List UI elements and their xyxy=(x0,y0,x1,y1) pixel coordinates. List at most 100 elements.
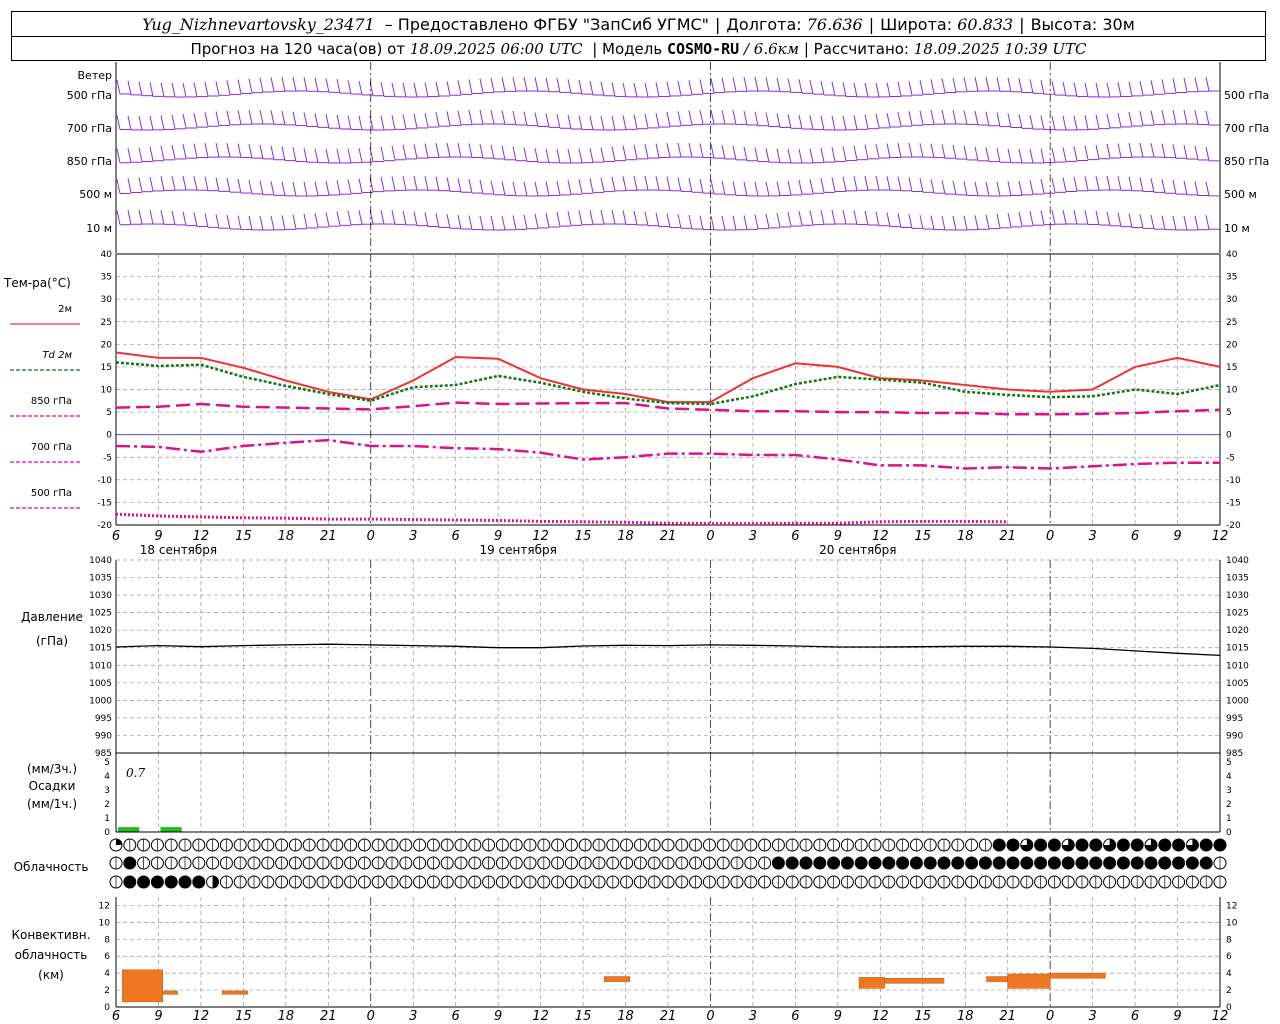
cloud-fill xyxy=(179,876,191,888)
wind-barb-flag xyxy=(600,81,605,96)
wind-barb-flag xyxy=(1007,113,1012,128)
wind-barb-flag xyxy=(501,110,506,125)
precip-ytick-right: 1 xyxy=(1226,814,1232,824)
cloud-symbol xyxy=(399,875,413,889)
wind-barb-flag xyxy=(347,210,352,225)
wind-barb-flag xyxy=(347,179,352,194)
conv-xtick: 18 xyxy=(278,1009,295,1024)
wind-barb-flag xyxy=(160,82,165,97)
cloud-symbol xyxy=(578,875,592,889)
temp-xtick: 18 xyxy=(617,529,634,544)
wind-barb-flag xyxy=(721,144,726,160)
wind-barb-flag xyxy=(424,82,429,97)
conv-cloud-block xyxy=(1049,972,1106,979)
wind-barb-flag xyxy=(1139,80,1144,96)
wind-barb-flag xyxy=(237,178,242,194)
cloud-symbol xyxy=(578,838,592,852)
wind-barb-flag xyxy=(820,115,825,131)
temp-ytick-right: 0 xyxy=(1226,431,1232,441)
conv-xtick: 18 xyxy=(617,1009,634,1024)
wind-barb-flag xyxy=(754,111,759,126)
wind-barb-flag xyxy=(391,176,396,191)
wind-barb-flag xyxy=(270,110,275,125)
wind-barb-flag xyxy=(1150,110,1155,125)
cloud-symbol xyxy=(730,838,744,852)
wind-barb-flag xyxy=(1084,115,1089,130)
cloud-symbol xyxy=(647,875,661,889)
wind-barb-flag xyxy=(512,215,517,230)
cloud-symbol xyxy=(482,875,496,889)
cloud-symbol xyxy=(868,856,882,870)
conv-xtick: 0 xyxy=(1046,1009,1054,1024)
wind-barb-flag xyxy=(127,210,132,225)
wind-barb-flag xyxy=(600,147,605,162)
wind-barb-flag xyxy=(1062,209,1067,225)
temp-ytick-right: 20 xyxy=(1226,340,1238,350)
wind-barb-flag xyxy=(908,214,913,229)
wind-barb-flag xyxy=(1205,110,1210,126)
cloud-symbol xyxy=(1199,875,1213,889)
cloud-symbol xyxy=(854,856,868,870)
wind-barb-flag xyxy=(237,79,242,94)
wind-barb-flag xyxy=(996,148,1001,163)
cloud-symbol xyxy=(233,875,247,889)
cloud-symbol xyxy=(1199,856,1213,870)
wind-barb-flag xyxy=(710,179,715,195)
wind-barb-flag xyxy=(402,175,407,191)
wind-barb-flag xyxy=(1117,212,1122,227)
wind-barb-flag xyxy=(974,181,979,196)
wind-barb-flag xyxy=(314,181,319,196)
cloud-symbol xyxy=(426,856,440,870)
wind-barb-flag xyxy=(941,78,946,93)
cloud-symbol xyxy=(482,856,496,870)
wind-barb-flag xyxy=(853,145,858,160)
wind-barb-flag xyxy=(523,181,528,197)
wind-barb-flag xyxy=(809,115,814,130)
wind-barb-flag xyxy=(864,175,869,191)
wind-barb-flag xyxy=(765,77,770,92)
wind-barb-flag xyxy=(413,113,418,129)
wind-barb-flag xyxy=(1095,144,1100,159)
cloud-symbol xyxy=(137,875,151,889)
cloud-symbol xyxy=(937,875,951,889)
wind-barb-flag xyxy=(600,177,605,192)
wind-barb-flag xyxy=(688,214,693,230)
cloud-symbol xyxy=(123,875,137,889)
wind-barb-flag xyxy=(160,210,165,225)
pressure-ytick-right: 990 xyxy=(1226,731,1243,741)
wind-barb-flag xyxy=(919,110,924,125)
wind-barb-flag xyxy=(996,181,1001,196)
wind-barb-flag xyxy=(875,82,880,97)
wind-barb-flag xyxy=(468,178,473,194)
cloud-fill xyxy=(1200,857,1213,869)
wind-barb-flag xyxy=(622,210,627,225)
temp-xtick: 12 xyxy=(1212,529,1229,544)
wind-barb-flag xyxy=(1161,143,1166,158)
cloud-fill xyxy=(1117,839,1130,851)
wind-barb-flag xyxy=(380,82,385,97)
wind-barb-flag xyxy=(1106,143,1111,159)
cloud-symbol xyxy=(978,875,992,889)
wind-barb-flag xyxy=(303,112,308,127)
wind-barb-flag xyxy=(490,215,495,231)
cloud-symbol xyxy=(344,875,358,889)
wind-barb-flag xyxy=(853,210,858,225)
cloud-symbol xyxy=(123,856,137,870)
cloud-symbol xyxy=(344,856,358,870)
wind-barb-flag xyxy=(567,114,572,130)
wind-barb-flag xyxy=(391,145,396,160)
cloud-symbol xyxy=(633,838,647,852)
cloud-symbol xyxy=(758,856,772,870)
wind-barb-flag xyxy=(666,176,671,191)
day-label: 19 сентября xyxy=(479,543,556,557)
wind-barb-flag xyxy=(446,111,451,126)
conv-xtick: 15 xyxy=(914,1009,931,1024)
wind-barb-flag xyxy=(215,111,220,126)
wind-barb-flag xyxy=(1172,180,1177,195)
wind-barb-flag xyxy=(171,144,176,160)
wind-barb-flag xyxy=(1183,180,1188,196)
wind-barb-flag xyxy=(226,214,231,230)
cloud-fill xyxy=(965,857,978,869)
cloud-symbol xyxy=(978,838,992,852)
wind-barb-flag xyxy=(798,114,803,130)
